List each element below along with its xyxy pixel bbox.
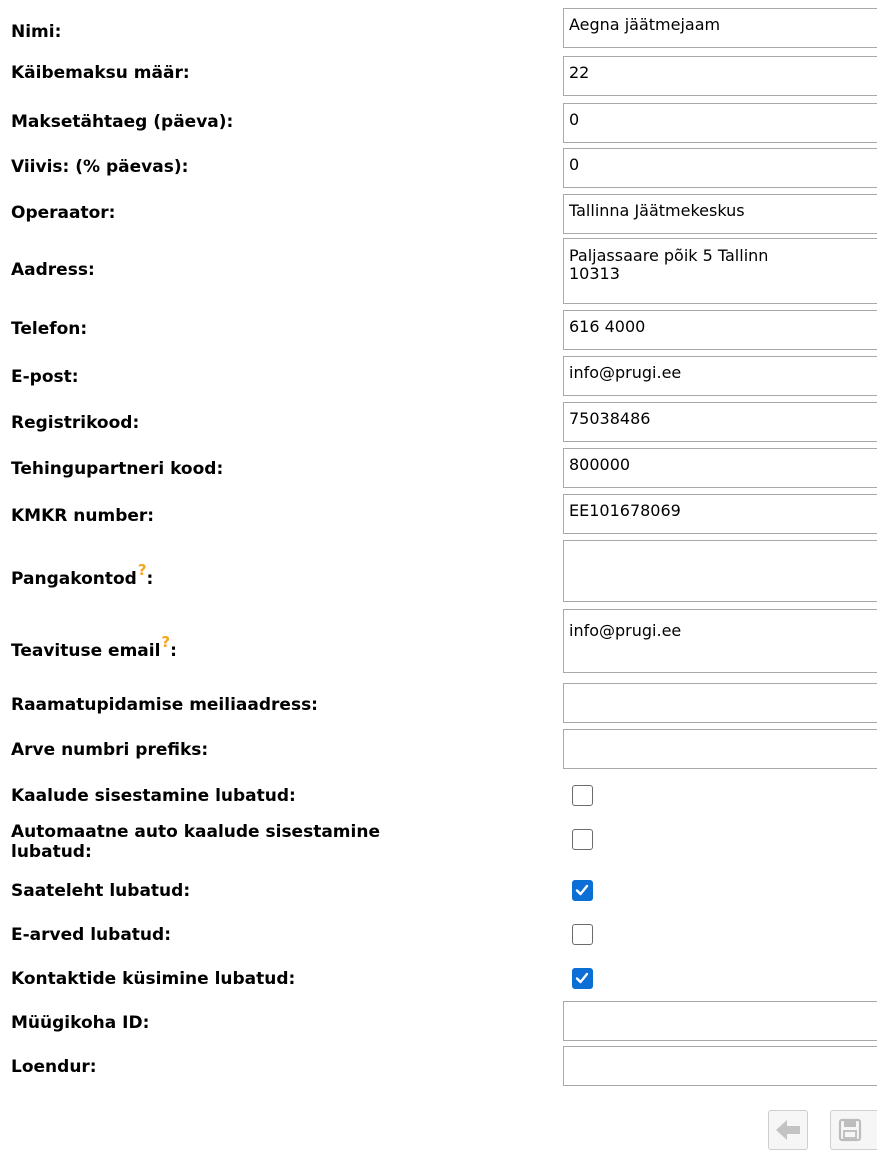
- save-button[interactable]: [830, 1110, 877, 1150]
- registrikood-input[interactable]: 75038486: [563, 402, 877, 442]
- viivis-input[interactable]: 0: [563, 148, 877, 188]
- kontaktide-kusimine-checkbox[interactable]: [572, 968, 593, 989]
- kaibemaksu-maar-input[interactable]: 22: [563, 56, 877, 96]
- label-automaatne-kaalude: Automaatne auto kaalude sisestamine luba…: [11, 822, 380, 862]
- telefon-input[interactable]: 616 4000: [563, 310, 877, 350]
- label-pangakontod-suffix: :: [146, 569, 154, 589]
- label-raamatupidamise-meiliaadress: Raamatupidamise meiliaadress:: [11, 695, 318, 715]
- label-nimi: Nimi:: [11, 22, 62, 42]
- label-e-arved: E-arved lubatud:: [11, 925, 171, 945]
- label-aadress: Aadress:: [11, 260, 95, 280]
- label-teavituse-email: Teavituse email?:: [11, 633, 177, 661]
- label-tehingupartneri-kood: Tehingupartneri kood:: [11, 459, 224, 479]
- epost-input[interactable]: info@prugi.ee: [563, 356, 877, 396]
- nimi-input[interactable]: Aegna jäätmejaam: [563, 8, 877, 48]
- label-maksetahtaeg: Maksetähtaeg (päeva):: [11, 112, 234, 132]
- label-teavituse-email-suffix: :: [170, 641, 177, 661]
- operaator-input[interactable]: Tallinna Jäätmekeskus: [563, 194, 877, 234]
- kmkr-number-input[interactable]: EE101678069: [563, 494, 877, 534]
- muugikoha-id-input[interactable]: [563, 1001, 877, 1041]
- e-arved-checkbox[interactable]: [572, 924, 593, 945]
- label-epost: E-post:: [11, 367, 79, 387]
- label-saateleht: Saateleht lubatud:: [11, 881, 191, 901]
- label-viivis: Viivis: (% päevas):: [11, 157, 189, 177]
- label-arve-numbri-prefiks: Arve numbri prefiks:: [11, 740, 209, 760]
- pangakontod-textarea[interactable]: [563, 540, 877, 602]
- tehingupartneri-kood-input[interactable]: 800000: [563, 448, 877, 488]
- automaatne-kaalude-checkbox[interactable]: [572, 829, 593, 850]
- label-pangakontod: Pangakontod?:: [11, 561, 154, 589]
- label-pangakontod-text: Pangakontod: [11, 569, 137, 589]
- label-operaator: Operaator:: [11, 203, 116, 223]
- label-registrikood: Registrikood:: [11, 413, 140, 433]
- saateleht-checkbox[interactable]: [572, 880, 593, 901]
- teavituse-email-textarea[interactable]: info@prugi.ee: [563, 609, 877, 673]
- label-kontaktide-kusimine: Kontaktide küsimine lubatud:: [11, 969, 296, 989]
- help-icon[interactable]: ?: [161, 633, 170, 651]
- aadress-textarea[interactable]: Paljassaare põik 5 Tallinn 10313: [563, 238, 877, 304]
- checkmark-icon: [575, 884, 589, 896]
- checkmark-icon: [575, 972, 589, 984]
- help-icon[interactable]: ?: [138, 561, 147, 579]
- label-muugikoha-id: Müügikoha ID:: [11, 1013, 150, 1033]
- label-kaibemaksu-maar: Käibemaksu määr:: [11, 63, 190, 83]
- label-teavituse-email-text: Teavituse email: [11, 641, 161, 661]
- raamatupidamise-meiliaadress-input[interactable]: [563, 683, 877, 723]
- arrow-left-icon: [776, 1120, 800, 1140]
- arve-numbri-prefiks-input[interactable]: [563, 729, 877, 769]
- floppy-disk-icon: [838, 1118, 862, 1142]
- back-button[interactable]: [768, 1110, 808, 1150]
- loendur-input[interactable]: [563, 1046, 877, 1086]
- label-loendur: Loendur:: [11, 1057, 97, 1077]
- kaalude-sisestamine-checkbox[interactable]: [572, 785, 593, 806]
- maksetahtaeg-input[interactable]: 0: [563, 103, 877, 143]
- label-kmkr-number: KMKR number:: [11, 506, 155, 526]
- label-telefon: Telefon:: [11, 319, 88, 339]
- label-kaalude-sisestamine: Kaalude sisestamine lubatud:: [11, 786, 296, 806]
